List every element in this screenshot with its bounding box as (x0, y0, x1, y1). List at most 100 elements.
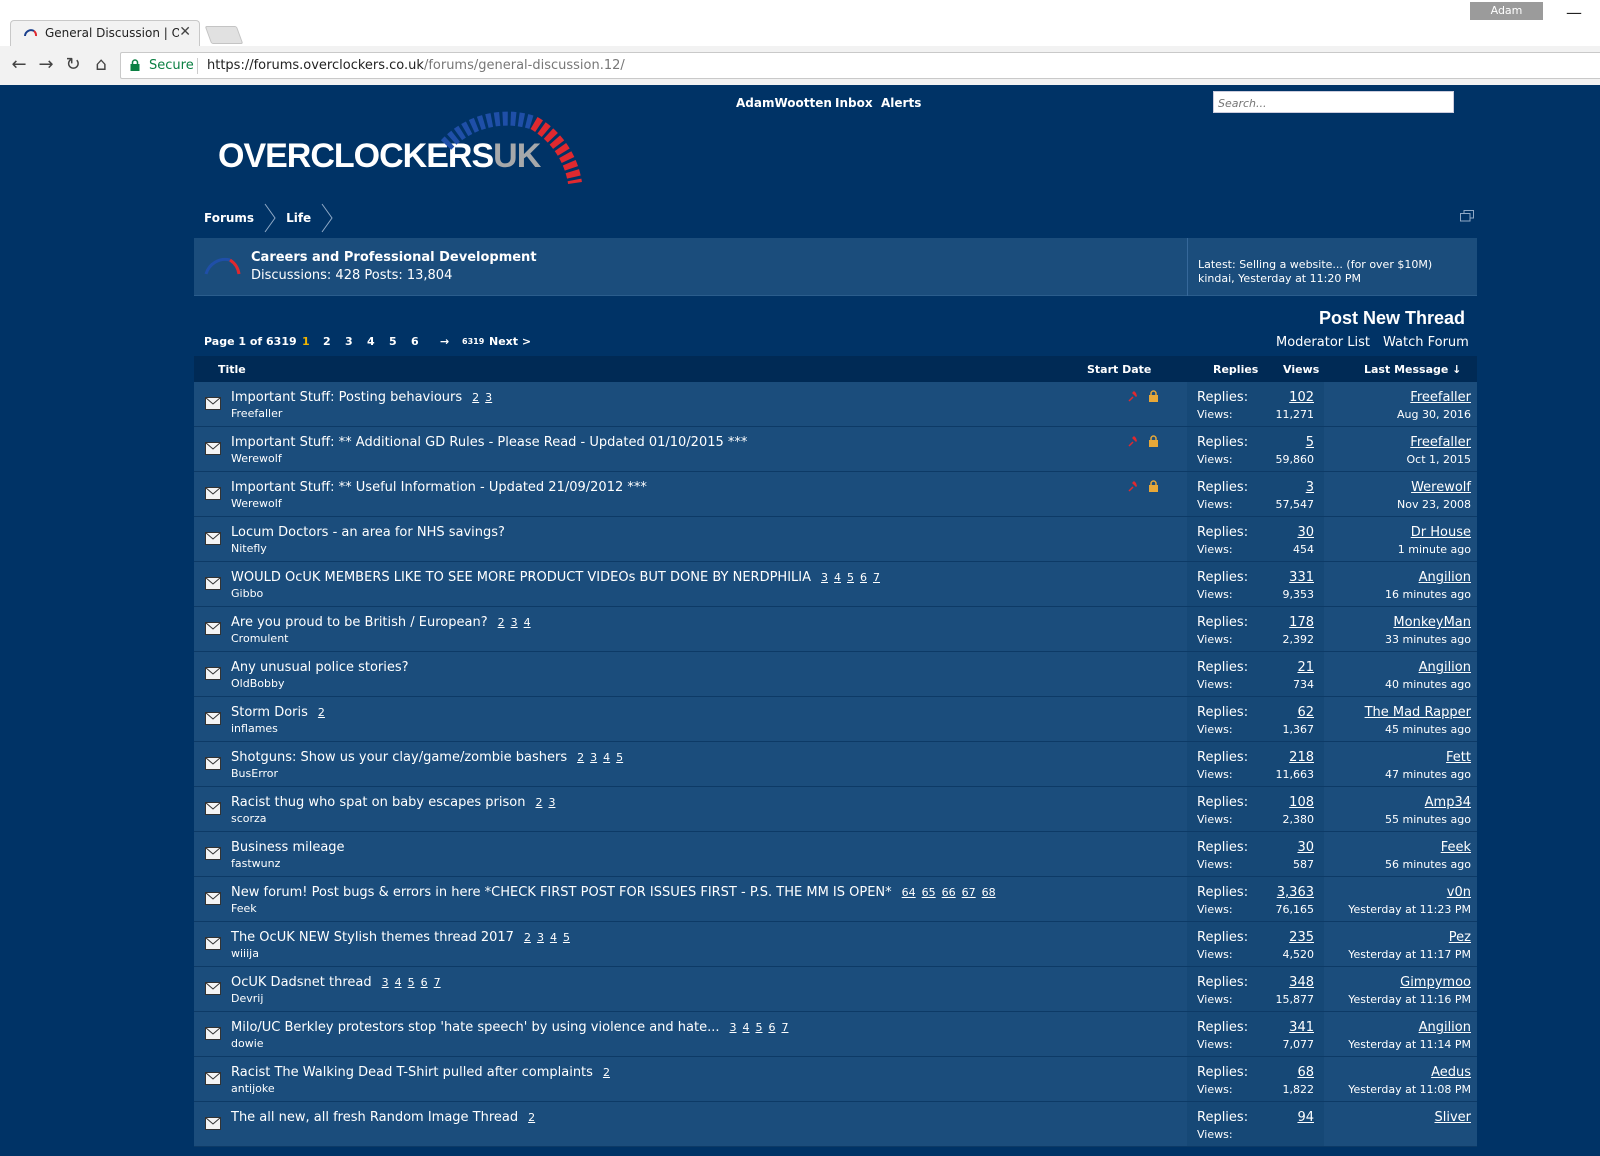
thread-page-link[interactable]: 7 (781, 1021, 788, 1034)
thread-row[interactable]: Milo/UC Berkley protestors stop 'hate sp… (194, 1012, 1477, 1057)
last-poster-link[interactable]: Pez (1449, 930, 1471, 945)
thread-author[interactable]: Gibbo (231, 587, 263, 600)
next-page-link[interactable]: Next > (489, 335, 531, 348)
replies-count[interactable]: 108 (1289, 795, 1314, 810)
thread-author[interactable]: dowie (231, 1037, 264, 1050)
last-poster-link[interactable]: Gimpymoo (1400, 975, 1471, 990)
thread-page-link[interactable]: 3 (729, 1021, 736, 1034)
replies-count[interactable]: 62 (1297, 705, 1314, 720)
last-post-time[interactable]: 40 minutes ago (1385, 678, 1471, 691)
last-post-time[interactable]: Yesterday at 11:16 PM (1348, 993, 1471, 1006)
home-icon[interactable]: ⌂ (90, 54, 112, 76)
last-post-time[interactable]: Oct 1, 2015 (1406, 453, 1471, 466)
col-start-date[interactable]: Start Date (1087, 363, 1151, 376)
replies-count[interactable]: 68 (1297, 1065, 1314, 1080)
last-poster-link[interactable]: v0n (1447, 885, 1471, 900)
thread-row[interactable]: Important Stuff: Posting behaviours 2 3 Fre… (194, 382, 1477, 427)
last-poster-link[interactable]: Freefaller (1410, 390, 1471, 405)
thread-page-link[interactable]: 3 (821, 571, 828, 584)
last-post-time[interactable]: 45 minutes ago (1385, 723, 1471, 736)
last-post-time[interactable]: Yesterday at 11:08 PM (1348, 1083, 1471, 1096)
thread-author[interactable]: Feek (231, 902, 257, 915)
thread-author[interactable]: Devrij (231, 992, 263, 1005)
thread-author[interactable]: antijoke (231, 1082, 275, 1095)
replies-count[interactable]: 30 (1297, 840, 1314, 855)
last-post-time[interactable]: 33 minutes ago (1385, 633, 1471, 646)
col-views[interactable]: Views (1283, 363, 1319, 376)
thread-page-link[interactable]: 3 (485, 391, 492, 404)
thread-row[interactable]: Any unusual police stories? OldBobby Repli… (194, 652, 1477, 697)
thread-page-link[interactable]: 68 (982, 886, 996, 899)
thread-page-link[interactable]: 66 (942, 886, 956, 899)
replies-count[interactable]: 30 (1297, 525, 1314, 540)
page-link[interactable]: 5 (389, 335, 397, 348)
post-new-thread-button[interactable]: Post New Thread (1319, 308, 1465, 329)
thread-page-link[interactable]: 2 (318, 706, 325, 719)
thread-author[interactable]: scorza (231, 812, 267, 825)
new-tab-button[interactable] (204, 26, 244, 44)
thread-row[interactable]: Are you proud to be British / European? 2… (194, 607, 1477, 652)
thread-title-link[interactable]: Important Stuff: ** Useful Information -… (231, 480, 647, 495)
thread-page-link[interactable]: 65 (922, 886, 936, 899)
last-post-time[interactable]: 56 minutes ago (1385, 858, 1471, 871)
thread-page-link[interactable]: 2 (603, 1066, 610, 1079)
thread-author[interactable]: Freefaller (231, 407, 282, 420)
thread-author[interactable]: Cromulent (231, 632, 289, 645)
last-poster-link[interactable]: Dr House (1411, 525, 1471, 540)
thread-page-link[interactable]: 7 (873, 571, 880, 584)
replies-count[interactable]: 3,363 (1277, 885, 1314, 900)
thread-page-link[interactable]: 2 (528, 1111, 535, 1124)
nav-alerts-link[interactable]: Alerts (881, 96, 921, 110)
page-link-last[interactable]: 6319 (462, 337, 484, 346)
last-post-time[interactable]: 1 minute ago (1398, 543, 1471, 556)
subforum-name[interactable]: Careers and Professional Development (251, 250, 537, 265)
thread-author[interactable]: Werewolf (231, 497, 282, 510)
thread-title-link[interactable]: Racist thug who spat on baby escapes pri… (231, 795, 561, 810)
replies-count[interactable]: 331 (1289, 570, 1314, 585)
replies-count[interactable]: 218 (1289, 750, 1314, 765)
thread-title-link[interactable]: Important Stuff: ** Additional GD Rules … (231, 435, 747, 450)
thread-row[interactable]: New forum! Post bugs & errors in here *C… (194, 877, 1477, 922)
thread-page-link[interactable]: 5 (408, 976, 415, 989)
popout-icon[interactable] (1460, 210, 1474, 222)
thread-row[interactable]: WOULD OcUK MEMBERS LIKE TO SEE MORE PROD… (194, 562, 1477, 607)
replies-count[interactable]: 94 (1297, 1110, 1314, 1125)
thread-title-link[interactable]: Storm Doris 2 (231, 705, 331, 720)
replies-count[interactable]: 3 (1306, 480, 1314, 495)
forward-arrow-icon[interactable]: → (35, 54, 57, 76)
search-input[interactable] (1214, 93, 1453, 114)
replies-count[interactable]: 21 (1297, 660, 1314, 675)
thread-page-link[interactable]: 3 (511, 616, 518, 629)
replies-count[interactable]: 5 (1306, 435, 1314, 450)
moderator-list-link[interactable]: Moderator List (1276, 335, 1370, 350)
reload-icon[interactable]: ↻ (62, 54, 84, 76)
thread-author[interactable]: wiiija (231, 947, 259, 960)
thread-author[interactable]: fastwunz (231, 857, 280, 870)
thread-row[interactable]: Storm Doris 2 inflames Replies: 62 Views: 1,36… (194, 697, 1477, 742)
thread-row[interactable]: OcUK Dadsnet thread 3 4 5 6 7 Devrij Replies: 34… (194, 967, 1477, 1012)
last-post-time[interactable]: 55 minutes ago (1385, 813, 1471, 826)
thread-page-link[interactable]: 4 (742, 1021, 749, 1034)
thread-page-link[interactable]: 6 (421, 976, 428, 989)
thread-row[interactable]: Business mileage fastwunz Replies: 30 Views:… (194, 832, 1477, 877)
thread-row[interactable]: Important Stuff: ** Useful Information -… (194, 472, 1477, 517)
last-post-time[interactable]: Yesterday at 11:23 PM (1348, 903, 1471, 916)
replies-count[interactable]: 235 (1289, 930, 1314, 945)
minimize-window-icon[interactable]: — (1564, 2, 1584, 24)
last-post-time[interactable]: Aug 30, 2016 (1397, 408, 1471, 421)
watch-forum-link[interactable]: Watch Forum (1383, 335, 1469, 350)
thread-page-link[interactable]: 2 (535, 796, 542, 809)
last-post-time[interactable]: Yesterday at 11:14 PM (1348, 1038, 1471, 1051)
last-post-time[interactable]: 16 minutes ago (1385, 588, 1471, 601)
breadcrumb-forums[interactable]: Forums (194, 203, 276, 233)
thread-page-link[interactable]: 3 (590, 751, 597, 764)
breadcrumb-life[interactable]: Life (276, 203, 333, 233)
nav-inbox-link[interactable]: Inbox (835, 96, 873, 110)
thread-page-link[interactable]: 6 (860, 571, 867, 584)
thread-row[interactable]: The all new, all fresh Random Image Thre… (194, 1102, 1477, 1147)
thread-row[interactable]: Racist thug who spat on baby escapes pri… (194, 787, 1477, 832)
thread-page-link[interactable]: 7 (434, 976, 441, 989)
nav-user-link[interactable]: AdamWootten (736, 96, 832, 110)
thread-page-link[interactable]: 4 (603, 751, 610, 764)
last-poster-link[interactable]: Feek (1441, 840, 1471, 855)
